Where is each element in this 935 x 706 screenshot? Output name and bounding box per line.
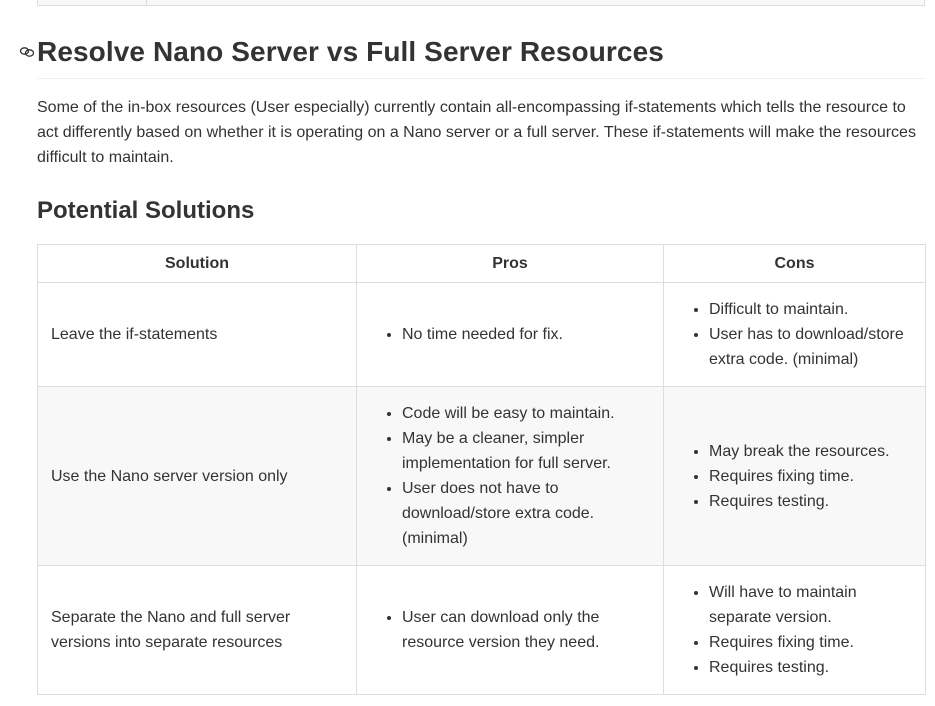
previous-table-row xyxy=(37,0,925,6)
header-cons: Cons xyxy=(663,244,926,283)
header-solution: Solution xyxy=(37,244,357,283)
list-item: Code will be easy to maintain. xyxy=(402,401,650,426)
pros-list: User can download only the resource vers… xyxy=(370,605,650,655)
cons-cell: Difficult to maintain. User has to downl… xyxy=(663,282,926,387)
cons-list: Will have to maintain separate version. … xyxy=(677,580,912,680)
list-item: May break the resources. xyxy=(709,439,912,464)
previous-table-cell xyxy=(37,0,147,6)
pros-list: No time needed for fix. xyxy=(370,322,650,347)
cons-cell: May break the resources. Requires fixing… xyxy=(663,386,926,566)
pros-cell: No time needed for fix. xyxy=(356,282,664,387)
link-icon[interactable] xyxy=(19,45,35,57)
table-header-row: Solution Pros Cons xyxy=(37,244,926,283)
pros-list: Code will be easy to maintain. May be a … xyxy=(370,401,650,551)
intro-paragraph: Some of the in-box resources (User espec… xyxy=(37,99,916,166)
list-item: User has to download/store extra code. (… xyxy=(709,322,912,372)
solution-cell: Separate the Nano and full server versio… xyxy=(37,565,357,695)
page-title: Resolve Nano Server vs Full Server Resou… xyxy=(37,36,664,67)
section-heading: Resolve Nano Server vs Full Server Resou… xyxy=(19,30,925,79)
cons-list: May break the resources. Requires fixing… xyxy=(677,439,912,514)
list-item: Requires testing. xyxy=(709,655,912,680)
list-item: User does not have to download/store ext… xyxy=(402,476,650,551)
solution-cell: Leave the if-statements xyxy=(37,282,357,387)
header-pros: Pros xyxy=(356,244,664,283)
list-item: Difficult to maintain. xyxy=(709,297,912,322)
list-item: No time needed for fix. xyxy=(402,322,650,347)
table-row: Use the Nano server version only Code wi… xyxy=(37,386,926,566)
previous-table-cell xyxy=(146,0,925,6)
list-item: Will have to maintain separate version. xyxy=(709,580,912,630)
cons-list: Difficult to maintain. User has to downl… xyxy=(677,297,912,372)
solution-cell: Use the Nano server version only xyxy=(37,386,357,566)
solutions-table: Solution Pros Cons Leave the if-statemen… xyxy=(37,244,926,695)
potential-solutions-heading: Potential Solutions xyxy=(37,197,255,224)
list-item: Requires fixing time. xyxy=(709,630,912,655)
table-row: Leave the if-statements No time needed f… xyxy=(37,282,926,387)
pros-cell: User can download only the resource vers… xyxy=(356,565,664,695)
cons-cell: Will have to maintain separate version. … xyxy=(663,565,926,695)
list-item: Requires fixing time. xyxy=(709,464,912,489)
pros-cell: Code will be easy to maintain. May be a … xyxy=(356,386,664,566)
list-item: User can download only the resource vers… xyxy=(402,605,650,655)
list-item: Requires testing. xyxy=(709,489,912,514)
list-item: May be a cleaner, simpler implementation… xyxy=(402,426,650,476)
previous-table-fragment xyxy=(37,0,925,6)
table-row: Separate the Nano and full server versio… xyxy=(37,565,926,695)
